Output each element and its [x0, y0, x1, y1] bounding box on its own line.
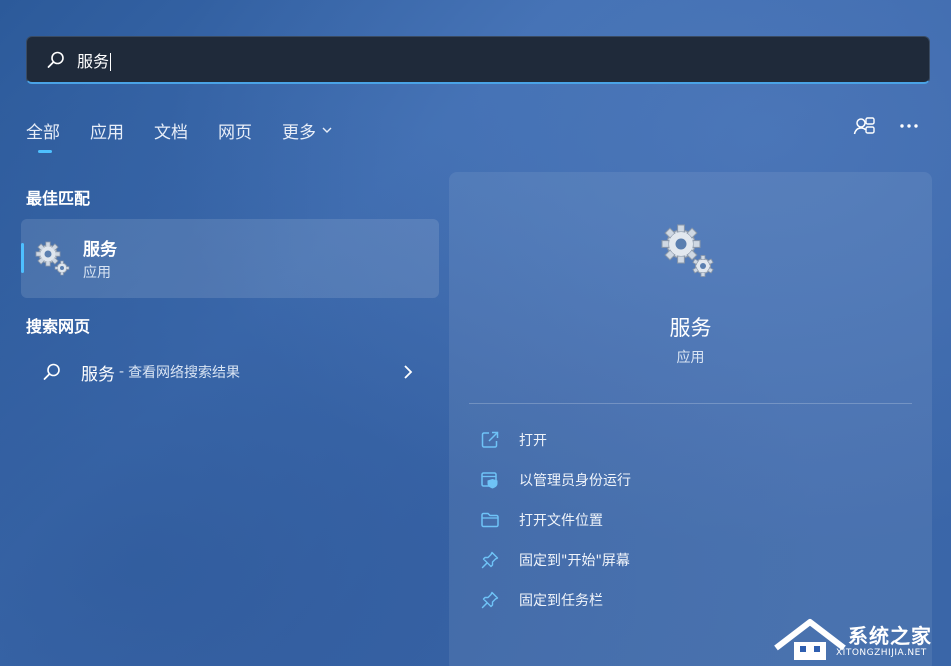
search-box[interactable]: 服务 [26, 36, 930, 84]
run-as-admin-icon [479, 469, 501, 491]
tab-web-label: 网页 [218, 122, 252, 143]
search-icon [45, 49, 67, 71]
tab-all[interactable]: 全部 [26, 118, 60, 153]
pin-icon [479, 589, 501, 611]
search-query-text: 服务 [77, 51, 110, 71]
tab-more-label: 更多 [282, 122, 316, 143]
action-open-label: 打开 [519, 433, 547, 449]
action-open-file-location-label: 打开文件位置 [519, 513, 603, 529]
tab-apps-label: 应用 [90, 122, 124, 143]
tab-apps[interactable]: 应用 [90, 118, 124, 143]
chevron-down-icon [321, 124, 333, 136]
more-options-button[interactable] [895, 114, 923, 142]
more-horizontal-icon [898, 115, 920, 141]
action-open[interactable]: 打开 [479, 425, 899, 455]
account-switch-icon [852, 114, 876, 142]
tab-more[interactable]: 更多 [282, 118, 333, 143]
web-search-description: 查看网络搜索结果 [128, 365, 241, 381]
divider [469, 403, 912, 404]
pin-icon [479, 549, 501, 571]
detail-app-name: 服务 [669, 316, 712, 340]
tab-documents[interactable]: 文档 [154, 118, 188, 143]
action-run-as-admin-label: 以管理员身份运行 [519, 473, 631, 489]
search-input[interactable]: 服务 [77, 48, 112, 72]
tab-documents-label: 文档 [154, 122, 188, 143]
chevron-right-icon [401, 364, 415, 380]
tab-web[interactable]: 网页 [218, 118, 252, 143]
web-search-separator: - [119, 364, 125, 380]
open-external-icon [479, 429, 501, 451]
search-icon [41, 361, 63, 383]
best-match-type: 应用 [83, 265, 111, 281]
selection-indicator [21, 243, 24, 273]
web-search-result[interactable]: 服务 - 查看网络搜索结果 [21, 352, 439, 392]
filter-tabs: 全部 应用 文档 网页 更多 [26, 116, 363, 153]
text-caret [110, 53, 112, 71]
best-match-result[interactable]: 服务 应用 [21, 219, 439, 298]
watermark-subtext: XITONGZHIJIA.NET [836, 648, 927, 658]
action-pin-to-start-label: 固定到"开始"屏幕 [519, 553, 630, 569]
web-search-term: 服务 [81, 364, 115, 385]
action-open-file-location[interactable]: 打开文件位置 [479, 505, 899, 535]
gears-icon [661, 224, 717, 280]
best-match-heading: 最佳匹配 [26, 189, 91, 208]
watermark-text: 系统之家 [848, 624, 932, 648]
action-pin-to-taskbar-label: 固定到任务栏 [519, 593, 603, 609]
detail-app-type: 应用 [676, 350, 705, 366]
folder-icon [479, 509, 501, 531]
detail-panel: 服务 应用 打开 以管理员身份运行 打开文件位置 固定到"开始"屏幕 固定到任务… [449, 172, 932, 666]
tab-all-label: 全部 [26, 122, 60, 143]
gears-icon [35, 241, 71, 277]
account-switch-button[interactable] [850, 114, 878, 142]
action-run-as-admin[interactable]: 以管理员身份运行 [479, 465, 899, 495]
web-search-heading: 搜索网页 [26, 317, 91, 336]
best-match-name: 服务 [83, 240, 117, 260]
action-pin-to-start[interactable]: 固定到"开始"屏幕 [479, 545, 899, 575]
